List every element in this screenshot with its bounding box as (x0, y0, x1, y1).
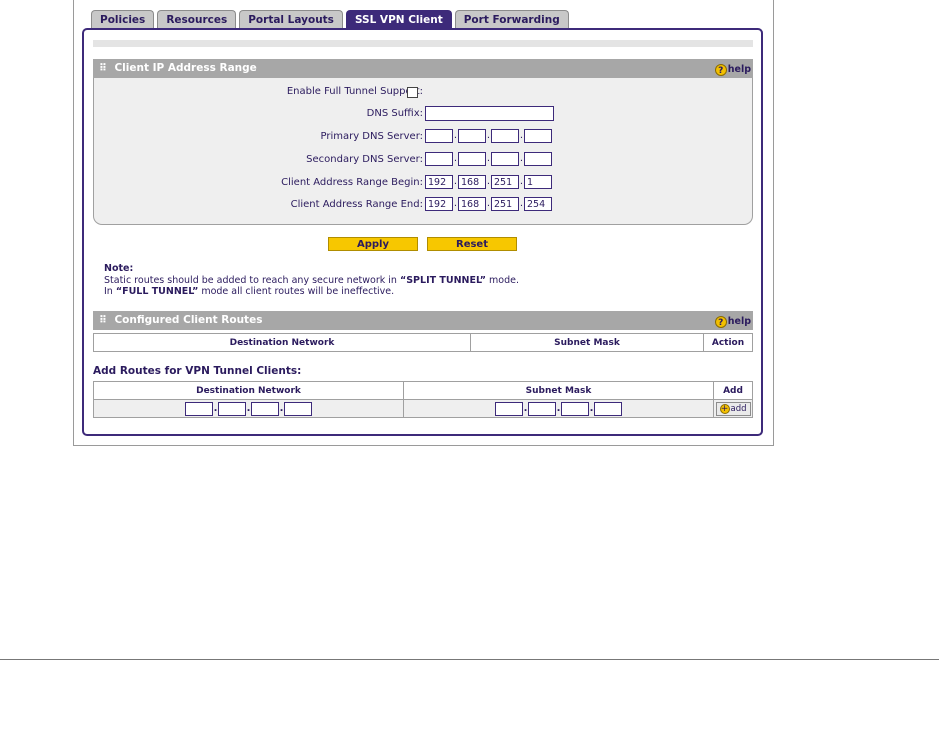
col-subnet-mask: Subnet Mask (470, 333, 704, 352)
range-end-octet-3[interactable] (491, 197, 519, 211)
help-icon: ? (714, 315, 727, 328)
tab-port-forwarding[interactable]: Port Forwarding (454, 10, 569, 28)
mask-octet-4[interactable] (594, 401, 622, 416)
add-routes-title: Add Routes for VPN Tunnel Clients: (93, 365, 302, 377)
secondary-dns-octet-2[interactable] (458, 152, 486, 166)
destination-network-ip: ... (93, 399, 404, 418)
reset-button[interactable]: Reset (427, 237, 517, 251)
help-icon: ? (714, 63, 727, 76)
secondary-dns-octet-4[interactable] (524, 152, 552, 166)
add-cell: + add (713, 399, 753, 418)
client-ip-panel: Enable Full Tunnel Support: DNS Suffix: … (93, 78, 753, 225)
primary-dns-octet-2[interactable] (458, 129, 486, 143)
grip-icon: ⠿ (99, 63, 107, 74)
col-action: Action (703, 333, 753, 352)
note-line-2: In “FULL TUNNEL” mode all client routes … (104, 286, 395, 297)
destination-octet-2[interactable] (218, 401, 246, 416)
content-panel: ⠿ Client IP Address Range ? help Enable … (82, 28, 763, 436)
dns-suffix-row: DNS Suffix: (94, 106, 754, 122)
add-routes-table: Destination Network Subnet Mask Add ... … (93, 381, 753, 418)
secondary-dns-label: Secondary DNS Server: (306, 154, 423, 165)
range-end-ip: ... (425, 197, 552, 211)
section-title: Configured Client Routes (114, 314, 263, 326)
range-begin-octet-3[interactable] (491, 175, 519, 189)
subnet-mask-ip: ... (403, 399, 714, 418)
screenshot-frame: Policies Resources Portal Layouts SSL VP… (73, 0, 774, 446)
tab-ssl-vpn-client[interactable]: SSL VPN Client (345, 10, 452, 28)
help-label: help (727, 316, 751, 327)
dns-suffix-input[interactable] (425, 106, 554, 121)
apply-button[interactable]: Apply (328, 237, 418, 251)
tab-resources[interactable]: Resources (157, 10, 237, 28)
mask-octet-3[interactable] (561, 401, 589, 416)
col-add: Add (713, 381, 753, 400)
range-end-row: Client Address Range End: ... (94, 197, 754, 213)
help-label: help (727, 64, 751, 75)
range-end-octet-2[interactable] (458, 197, 486, 211)
range-begin-ip: ... (425, 175, 552, 189)
secondary-dns-row: Secondary DNS Server: ... (94, 152, 754, 168)
add-route-button[interactable]: + add (715, 401, 751, 416)
help-link[interactable]: ? help (714, 312, 751, 331)
destination-octet-3[interactable] (251, 401, 279, 416)
section-title: Client IP Address Range (114, 62, 257, 74)
configured-routes-table: Destination Network Subnet Mask Action (93, 333, 753, 352)
top-divider (93, 40, 753, 47)
add-label: add (730, 403, 747, 414)
primary-dns-octet-4[interactable] (524, 129, 552, 143)
dns-suffix-label: DNS Suffix: (366, 108, 423, 119)
col-destination-network: Destination Network (93, 381, 404, 400)
range-begin-row: Client Address Range Begin: ... (94, 175, 754, 191)
col-subnet-mask: Subnet Mask (403, 381, 714, 400)
col-destination-network: Destination Network (93, 333, 471, 352)
range-begin-octet-4[interactable] (524, 175, 552, 189)
secondary-dns-octet-3[interactable] (491, 152, 519, 166)
secondary-dns-octet-1[interactable] (425, 152, 453, 166)
range-begin-octet-1[interactable] (425, 175, 453, 189)
note-line-1: Static routes should be added to reach a… (104, 274, 519, 286)
note-block: Note: Static routes should be added to r… (104, 263, 519, 298)
mask-octet-2[interactable] (528, 401, 556, 416)
client-ip-section-header: ⠿ Client IP Address Range ? help (93, 59, 753, 78)
enable-full-tunnel-checkbox[interactable] (407, 87, 418, 98)
grip-icon: ⠿ (99, 315, 107, 326)
primary-dns-label: Primary DNS Server: (320, 131, 423, 142)
configured-routes-header: ⠿ Configured Client Routes ? help (93, 311, 753, 330)
range-end-octet-4[interactable] (524, 197, 552, 211)
tab-bar: Policies Resources Portal Layouts SSL VP… (91, 10, 569, 28)
tab-policies[interactable]: Policies (91, 10, 155, 28)
primary-dns-row: Primary DNS Server: ... (94, 129, 754, 145)
mask-octet-1[interactable] (495, 401, 523, 416)
page-divider (0, 659, 939, 660)
range-begin-label: Client Address Range Begin: (281, 177, 423, 188)
note-title: Note: (104, 263, 134, 274)
secondary-dns-ip: ... (425, 152, 552, 166)
tab-portal-layouts[interactable]: Portal Layouts (239, 10, 343, 28)
range-begin-octet-2[interactable] (458, 175, 486, 189)
help-link[interactable]: ? help (714, 60, 751, 79)
plus-icon: + (719, 403, 730, 414)
primary-dns-octet-3[interactable] (491, 129, 519, 143)
enable-full-tunnel-label: Enable Full Tunnel Support: (286, 86, 423, 97)
primary-dns-octet-1[interactable] (425, 129, 453, 143)
destination-octet-4[interactable] (284, 401, 312, 416)
destination-octet-1[interactable] (185, 401, 213, 416)
add-route-row: ... ... + add (93, 399, 753, 418)
primary-dns-ip: ... (425, 129, 552, 143)
enable-full-tunnel-row: Enable Full Tunnel Support: (94, 84, 754, 100)
range-end-octet-1[interactable] (425, 197, 453, 211)
range-end-label: Client Address Range End: (290, 199, 423, 210)
